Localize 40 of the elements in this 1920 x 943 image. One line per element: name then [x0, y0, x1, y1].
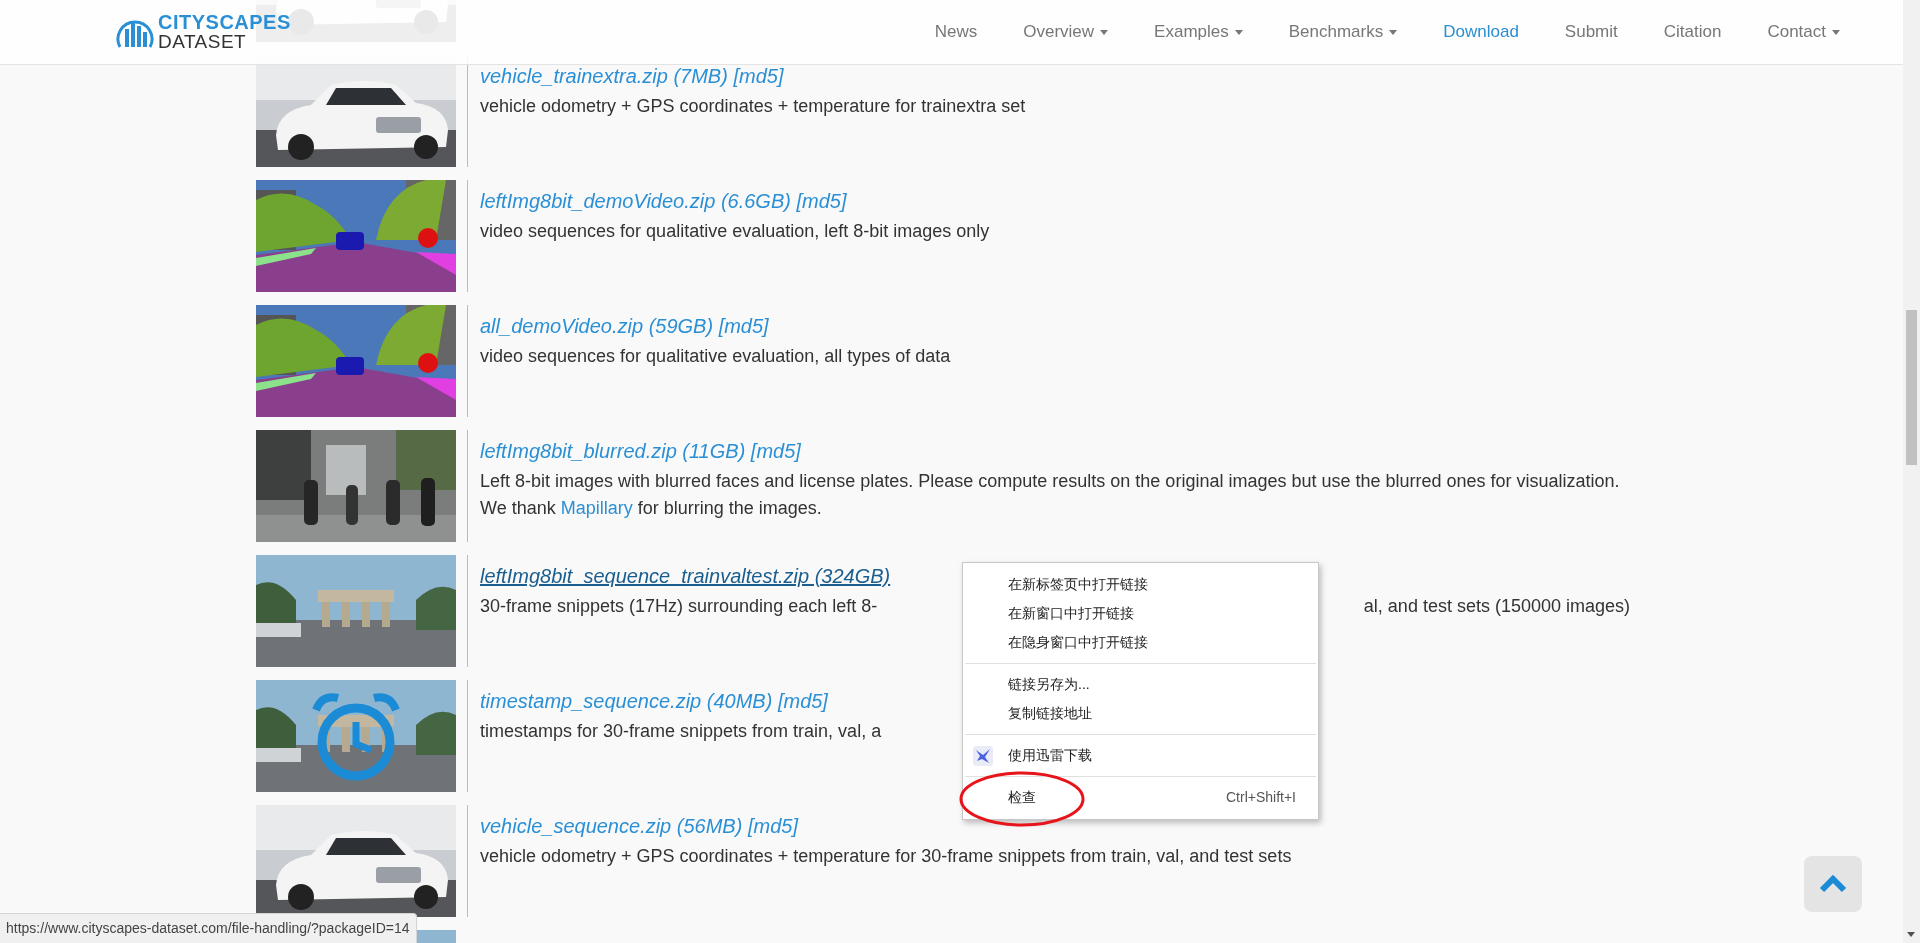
- package-link[interactable]: leftImg8bit_blurred.zip (11GB) [md5]: [480, 440, 801, 462]
- menu-item[interactable]: 检查 Ctrl+Shift+I: [963, 783, 1318, 812]
- menu-item[interactable]: 在隐身窗口中打开链接: [963, 628, 1318, 657]
- menu-item[interactable]: 使用迅雷下载: [963, 741, 1318, 770]
- logo-title: CITYSCAPES: [158, 12, 291, 32]
- package-link[interactable]: vehicle_sequence.zip (56MB) [md5]: [480, 815, 798, 837]
- package-description: video sequences for qualitative evaluation, left 8-bit images only: [480, 220, 990, 243]
- package-link[interactable]: all_demoVideo.zip (59GB) [md5]: [480, 315, 769, 337]
- scrollbar-thumb[interactable]: [1906, 310, 1917, 465]
- scroll-to-top-button[interactable]: [1804, 856, 1862, 912]
- nav-link[interactable]: News: [913, 19, 999, 45]
- chevron-up-icon: [1819, 875, 1847, 893]
- nav-link[interactable]: Citation: [1642, 19, 1743, 45]
- package-description: vehicle odometry + GPS coordinates + temperature for 30-frame snippets from train, val, and test sets: [480, 845, 1292, 868]
- package-description: Left 8-bit images with blurred faces and license plates. Please compute results on the original images but use the blurred ones for visualization. We thank Mapillary for blurring the images.: [480, 470, 1621, 520]
- package-description: video sequences for qualitative evaluation, all types of data: [480, 345, 951, 368]
- logo-subtitle: DATASET: [158, 32, 248, 52]
- package-link[interactable]: leftImg8bit_sequence_trainvaltest.zip (324GB): [480, 565, 891, 587]
- nav-link[interactable]: Examples: [1133, 19, 1264, 45]
- package-description: timestamps for 30-frame snippets from train, val, a: [480, 720, 882, 743]
- nav-link[interactable]: Contact: [1746, 19, 1861, 45]
- url-tooltip: https://www.cityscapes-dataset.com/file-handling/?packageID=14: [0, 913, 417, 943]
- bird-icon: [973, 745, 993, 766]
- scroll-down-icon: [1907, 932, 1915, 937]
- menu-item[interactable]: 复制链接地址: [963, 699, 1318, 728]
- menu-item[interactable]: 链接另存为...: [963, 670, 1318, 699]
- package-link[interactable]: vehicle_trainextra.zip (7MB) [md5]: [480, 65, 784, 87]
- nav-link[interactable]: Download: [1422, 19, 1540, 45]
- nav-link[interactable]: Benchmarks: [1267, 19, 1419, 45]
- nav-link[interactable]: Overview: [1002, 19, 1130, 45]
- package-description: al, and test sets (150000 images): [1363, 595, 1630, 618]
- menu-item[interactable]: 在新窗口中打开链接: [963, 599, 1318, 628]
- menu-item[interactable]: 在新标签页中打开链接: [963, 570, 1318, 599]
- package-link[interactable]: leftImg8bit_demoVideo.zip (6.6GB) [md5]: [480, 190, 847, 212]
- nav-link[interactable]: Submit: [1543, 19, 1639, 45]
- mapillary-link[interactable]: Mapillary: [560, 498, 633, 518]
- package-description: 30-frame snippets (17Hz) surrounding each left 8-: [480, 595, 878, 618]
- package-description: vehicle odometry + GPS coordinates + temperature for trainextra set: [480, 95, 1026, 118]
- scrollbar[interactable]: [1903, 0, 1920, 943]
- package-link[interactable]: timestamp_sequence.zip (40MB) [md5]: [480, 690, 828, 712]
